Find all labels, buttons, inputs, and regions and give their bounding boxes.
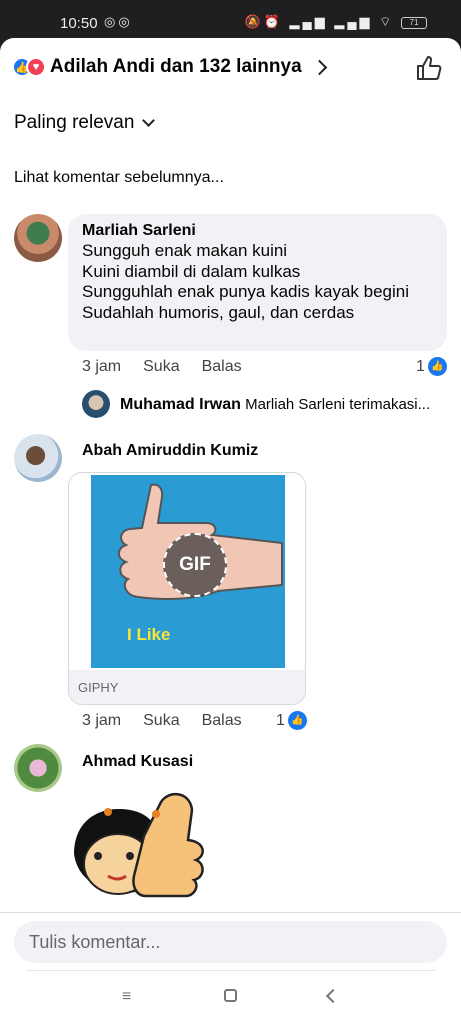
system-nav-bar: ≡ (0, 974, 461, 1024)
comment-actions: 3 jam Suka Balas (82, 358, 242, 376)
view-previous-comments-link[interactable]: Lihat komentar sebelumnya... (14, 169, 224, 187)
like-reaction-icon: 👍 (427, 357, 447, 376)
comment-like-count[interactable]: 1 👍 (416, 357, 447, 376)
comment-line: Sudahlah humoris, gaul, dan cerdas (82, 302, 355, 322)
recents-menu-icon[interactable]: ≡ (122, 988, 131, 1006)
reply-button[interactable]: Balas (202, 358, 242, 376)
comment-like-count[interactable]: 1 👍 (276, 711, 307, 730)
reply-text: Marliah Sarleni terimakasi... (245, 396, 431, 413)
comment-actions: 3 jam Suka Balas (82, 712, 242, 730)
gif-image: GIF I Like (91, 475, 285, 668)
like-outline-icon[interactable] (415, 54, 443, 82)
like-button[interactable]: Suka (143, 358, 179, 376)
sort-selector[interactable]: Paling relevan (14, 112, 156, 134)
gif-play-badge[interactable]: GIF (163, 533, 227, 597)
avatar[interactable] (14, 434, 62, 482)
like-count-value: 1 (276, 711, 285, 729)
gif-source-label: GIPHY (69, 670, 305, 704)
chevron-down-icon (142, 114, 156, 127)
back-icon[interactable] (325, 988, 341, 1004)
system-status-icons: 🔕⏰ ▂▄▆ ▂▄▆ ⌔ 71 (245, 14, 427, 30)
comment-line: Sungguh enak makan kuini (82, 241, 288, 260)
comments-sheet: 👍 ♥ Adilah Andi dan 132 lainnya Paling r… (0, 38, 461, 1024)
comment-line: Sungguhlah enak punya kadis kayak begini (82, 282, 410, 302)
avatar[interactable] (14, 214, 62, 262)
reactions-summary[interactable]: 👍 ♥ Adilah Andi dan 132 lainnya (12, 54, 327, 80)
home-icon[interactable] (224, 989, 237, 1002)
comment-time: 3 jam (82, 358, 122, 375)
sticker-image[interactable] (68, 784, 208, 914)
comment-author[interactable]: Marliah Sarleni (82, 221, 433, 241)
comment-author[interactable]: Ahmad Kusasi (82, 753, 193, 771)
whatsapp-icons: ◎◎ (104, 14, 133, 29)
comment-bubble[interactable]: Marliah Sarleni Sungguh enak makan kuini… (68, 214, 447, 351)
like-count-value: 1 (416, 357, 425, 375)
comment-line: Kuini diambil di dalam kulkas (82, 261, 301, 281)
like-reaction-icon: 👍 (287, 711, 307, 730)
avatar[interactable] (82, 390, 110, 418)
sort-label: Paling relevan (14, 112, 135, 133)
love-reaction-icon: ♥ (26, 57, 46, 77)
comment-composer-area: Tulis komentar... (0, 912, 461, 974)
gif-caption: I Like (127, 625, 171, 644)
comment-input[interactable]: Tulis komentar... (14, 921, 447, 963)
chevron-right-icon (311, 59, 327, 75)
reply-author: Muhamad Irwan (120, 396, 241, 413)
gif-attachment[interactable]: GIF I Like GIPHY (68, 472, 306, 705)
like-button[interactable]: Suka (143, 712, 179, 730)
comment-author[interactable]: Abah Amiruddin Kumiz (82, 442, 258, 460)
status-time: 10:50 (60, 15, 98, 32)
avatar[interactable] (14, 744, 62, 792)
comment-time: 3 jam (82, 712, 122, 729)
battery-icon: 71 (401, 16, 427, 29)
reply-preview[interactable]: Muhamad Irwan Marliah Sarleni terimakasi… (120, 396, 450, 414)
reactions-text: Adilah Andi dan 132 lainnya (50, 56, 302, 77)
reply-button[interactable]: Balas (202, 712, 242, 730)
divider (26, 970, 436, 971)
